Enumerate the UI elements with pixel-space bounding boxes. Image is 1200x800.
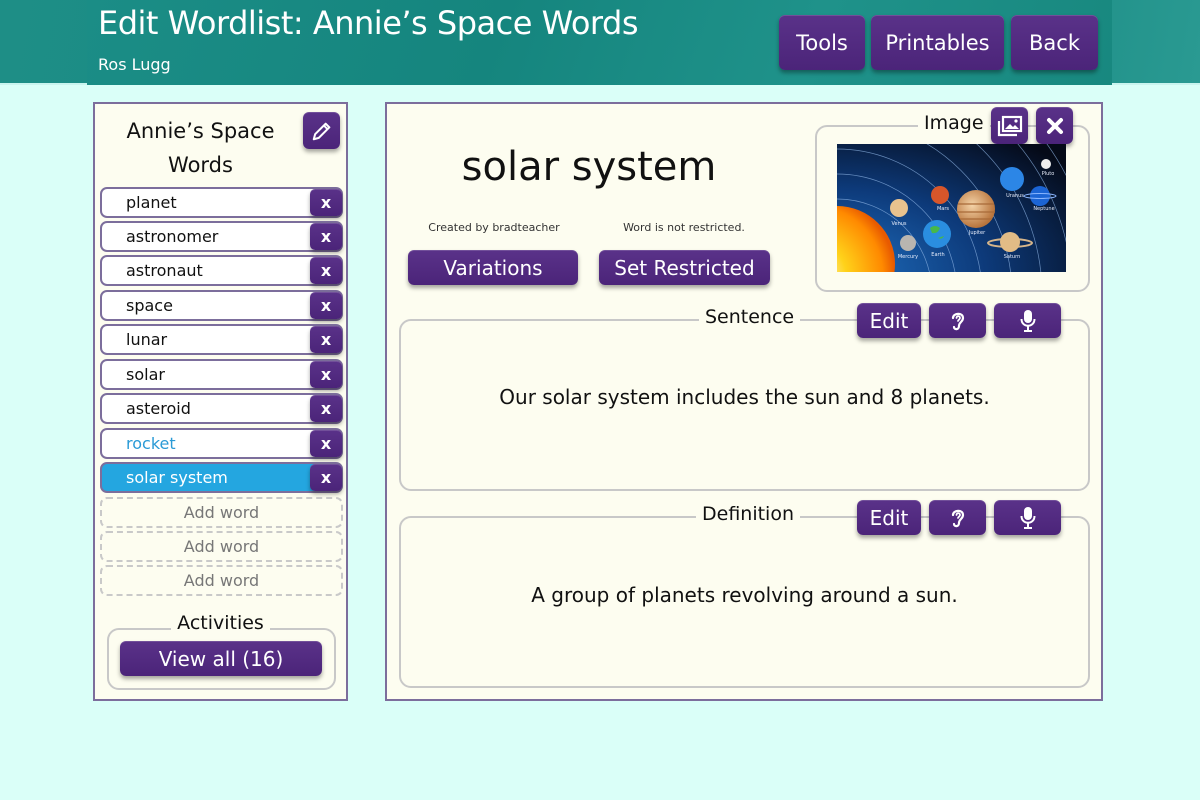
- remove-word-button[interactable]: x: [310, 292, 342, 319]
- svg-text:Jupiter: Jupiter: [968, 230, 986, 236]
- add-word-slot[interactable]: Add word: [100, 565, 343, 596]
- microphone-icon: [1020, 506, 1035, 529]
- microphone-icon: [1020, 309, 1035, 332]
- listen-sentence-button[interactable]: [929, 303, 986, 338]
- word-label: solar system: [126, 468, 228, 487]
- created-by-text: Created by bradteacher: [428, 221, 560, 234]
- sentence-label: Sentence: [699, 306, 801, 328]
- svg-text:Earth: Earth: [931, 252, 944, 258]
- word-label: space: [126, 296, 173, 315]
- svg-text:Mercury: Mercury: [898, 254, 918, 260]
- ear-icon: [951, 509, 964, 527]
- image-label: Image: [918, 112, 990, 134]
- sentence-text: Our solar system includes the sun and 8 …: [499, 385, 990, 409]
- add-word-slot[interactable]: Add word: [100, 531, 343, 562]
- word-item[interactable]: lunar x: [100, 324, 343, 355]
- word-item[interactable]: space x: [100, 290, 343, 321]
- author-name: Ros Lugg: [98, 55, 171, 74]
- solar-system-image: Venus Mercury Earth Mars Jupiter Saturn …: [837, 144, 1066, 272]
- remove-word-button[interactable]: x: [310, 464, 342, 491]
- svg-text:Saturn: Saturn: [1004, 254, 1021, 260]
- remove-word-button[interactable]: x: [310, 257, 342, 284]
- ear-icon: [951, 312, 964, 330]
- word-item[interactable]: solar x: [100, 359, 343, 390]
- word-label: rocket: [126, 434, 176, 453]
- word-item[interactable]: astronomer x: [100, 221, 343, 252]
- record-sentence-button[interactable]: [994, 303, 1061, 338]
- close-icon: [1046, 117, 1063, 134]
- tools-button[interactable]: Tools: [779, 15, 865, 70]
- svg-text:Venus: Venus: [891, 221, 906, 227]
- choose-image-button[interactable]: [991, 107, 1028, 144]
- svg-text:Mars: Mars: [937, 206, 949, 212]
- printables-button[interactable]: Printables: [871, 15, 1004, 70]
- edit-definition-button[interactable]: Edit: [857, 500, 921, 535]
- svg-text:Pluto: Pluto: [1042, 171, 1055, 177]
- add-word-slot[interactable]: Add word: [100, 497, 343, 528]
- remove-word-button[interactable]: x: [310, 395, 342, 422]
- activities-label: Activities: [171, 612, 270, 634]
- word-label: astronaut: [126, 261, 203, 280]
- word-image: Venus Mercury Earth Mars Jupiter Saturn …: [837, 144, 1066, 272]
- word-title: solar system: [461, 144, 717, 190]
- word-label: planet: [126, 193, 177, 212]
- back-button[interactable]: Back: [1011, 15, 1098, 70]
- view-all-activities-button[interactable]: View all (16): [120, 641, 322, 676]
- edit-sentence-button[interactable]: Edit: [857, 303, 921, 338]
- word-label: solar: [126, 365, 165, 384]
- word-item[interactable]: astronaut x: [100, 255, 343, 286]
- image-gallery-icon: [997, 115, 1022, 136]
- word-item-selected[interactable]: solar system x: [100, 462, 343, 493]
- remove-word-button[interactable]: x: [310, 361, 342, 388]
- word-label: lunar: [126, 330, 168, 349]
- word-item[interactable]: rocket x: [100, 428, 343, 459]
- word-label: astronomer: [126, 227, 219, 246]
- set-restricted-button[interactable]: Set Restricted: [599, 250, 770, 285]
- remove-word-button[interactable]: x: [310, 326, 342, 353]
- remove-word-button[interactable]: x: [310, 430, 342, 457]
- remove-image-button[interactable]: [1036, 107, 1073, 144]
- definition-text: A group of planets revolving around a su…: [531, 583, 958, 607]
- restriction-status-text: Word is not restricted.: [623, 221, 745, 234]
- word-label: asteroid: [126, 399, 191, 418]
- record-definition-button[interactable]: [994, 500, 1061, 535]
- variations-button[interactable]: Variations: [408, 250, 578, 285]
- svg-text:Neptune: Neptune: [1033, 206, 1054, 212]
- remove-word-button[interactable]: x: [310, 223, 342, 250]
- wordlist-title: Annie’s Space Words: [126, 119, 275, 177]
- definition-label: Definition: [696, 503, 801, 525]
- activities-heading: Activities: [95, 612, 346, 634]
- wordlist-panel: Annie’s Space Words planet x astronomer …: [93, 102, 348, 701]
- page-title: Edit Wordlist: Annie’s Space Words: [98, 4, 639, 42]
- word-item[interactable]: planet x: [100, 187, 343, 218]
- edit-wordlist-button[interactable]: [303, 112, 340, 149]
- pencil-icon: [312, 122, 330, 140]
- svg-text:Uranus: Uranus: [1006, 193, 1024, 199]
- word-detail-panel: solar system Created by bradteacher Word…: [385, 102, 1103, 701]
- word-item[interactable]: asteroid x: [100, 393, 343, 424]
- listen-definition-button[interactable]: [929, 500, 986, 535]
- remove-word-button[interactable]: x: [310, 189, 342, 216]
